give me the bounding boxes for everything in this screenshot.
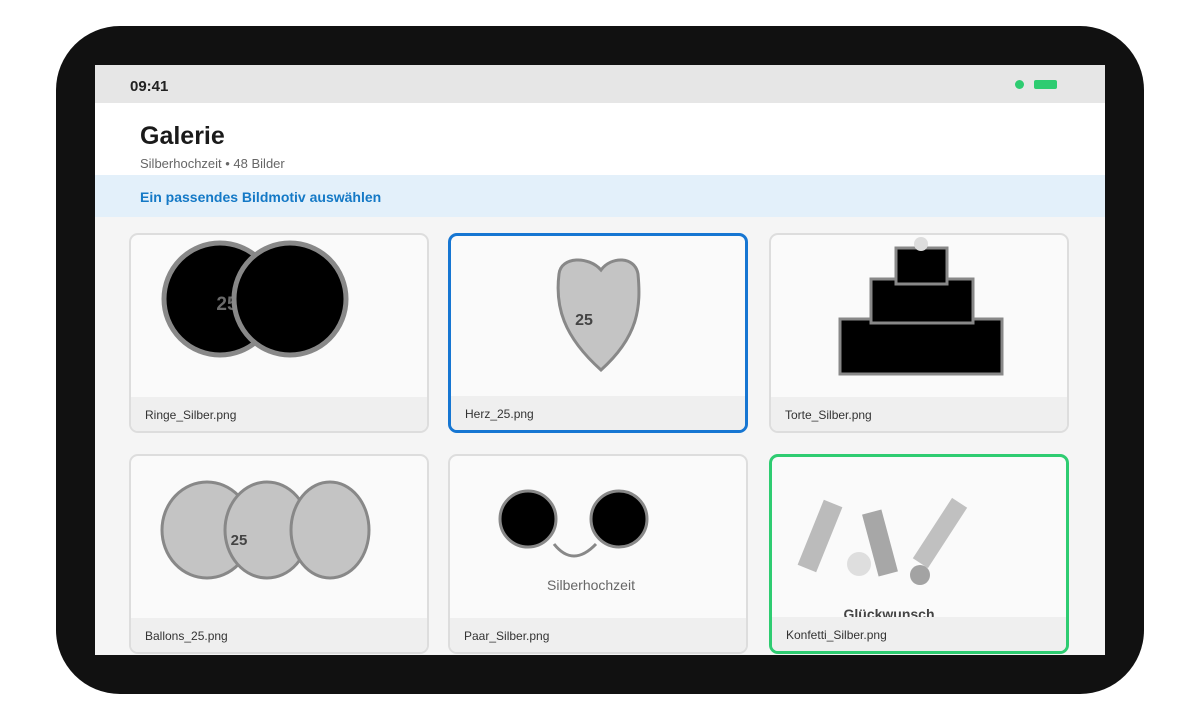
rings-image: 25: [161, 240, 349, 358]
card-filename: Ballons_25.png: [145, 629, 228, 643]
card-filename: Paar_Silber.png: [464, 629, 550, 643]
card-filename: Konfetti_Silber.png: [786, 628, 887, 642]
page-subtitle: Silberhochzeit • 48 Bilder: [140, 156, 285, 171]
card-footer: Konfetti_Silber.png: [772, 617, 1066, 651]
gallery-card-couple[interactable]: Silberhochzeit Paar_Silber.png: [448, 454, 748, 654]
cake-image: [838, 237, 1004, 376]
balloons-image: 25: [160, 480, 371, 580]
battery-icon: [1034, 80, 1057, 89]
gallery-card-balloons[interactable]: 25 Ballons_25.png: [129, 454, 429, 654]
card-footer: Herz_25.png: [451, 396, 745, 430]
card-footer: Torte_Silber.png: [771, 397, 1067, 431]
card-filename: Torte_Silber.png: [785, 408, 872, 422]
instruction-banner: Ein passendes Bildmotiv auswählen: [95, 175, 1105, 217]
card-filename: Herz_25.png: [465, 407, 534, 421]
gallery-card-heart[interactable]: 25 Herz_25.png: [448, 233, 748, 433]
card-footer: Ringe_Silber.png: [131, 397, 427, 431]
page-title: Galerie: [140, 122, 225, 150]
heart-image: 25: [556, 258, 641, 373]
balloons-art-text: 25: [231, 532, 248, 549]
card-filename: Ringe_Silber.png: [145, 408, 237, 422]
couple-image: Silberhochzeit: [498, 489, 649, 593]
confetti-image: Glückwunsch: [797, 497, 968, 622]
couple-art-text: Silberhochzeit: [547, 577, 635, 593]
gallery-card-rings[interactable]: 25 Ringe_Silber.png: [129, 233, 429, 433]
instruction-text: Ein passendes Bildmotiv auswählen: [140, 189, 382, 205]
status-time: 09:41: [130, 78, 169, 95]
status-bar: 09:41: [95, 65, 1105, 103]
card-footer: Paar_Silber.png: [450, 618, 746, 652]
gallery-card-cake[interactable]: Torte_Silber.png: [769, 233, 1069, 433]
card-footer: Ballons_25.png: [131, 618, 427, 652]
screen: 09:41 Galerie Silberhochzeit • 48 Bilder…: [95, 65, 1105, 655]
page-header: Galerie Silberhochzeit • 48 Bilder: [95, 103, 1105, 175]
gallery-card-confetti[interactable]: Glückwunsch Konfetti_Silber.png: [769, 454, 1069, 654]
heart-art-text: 25: [575, 312, 593, 329]
connectivity-dot-icon: [1015, 80, 1024, 89]
